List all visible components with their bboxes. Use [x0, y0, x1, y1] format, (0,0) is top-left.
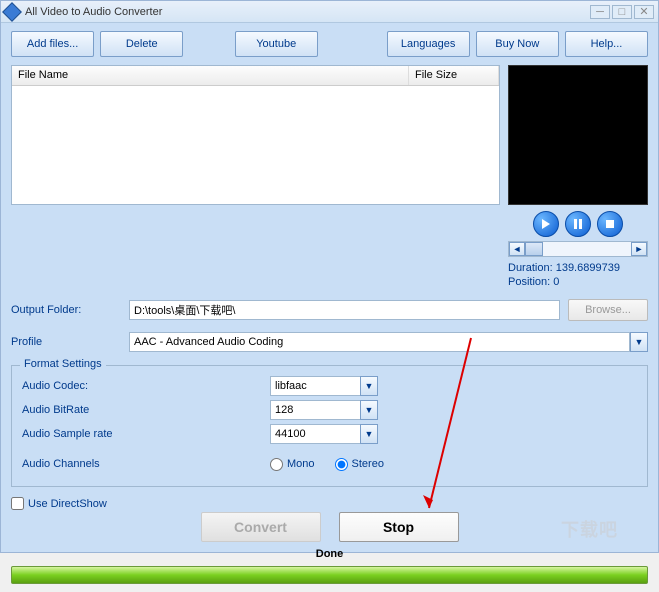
chevron-down-icon[interactable]: ▼	[360, 424, 378, 444]
help-button[interactable]: Help...	[565, 31, 648, 57]
youtube-button[interactable]: Youtube	[235, 31, 318, 57]
audio-bitrate-label: Audio BitRate	[22, 404, 270, 416]
duration-label: Duration:	[508, 262, 553, 274]
minimize-button[interactable]: ─	[590, 5, 610, 19]
chevron-down-icon[interactable]: ▼	[630, 332, 648, 352]
audio-codec-label: Audio Codec:	[22, 380, 270, 392]
format-settings-legend: Format Settings	[20, 358, 106, 370]
languages-button[interactable]: Languages	[387, 31, 470, 57]
add-files-button[interactable]: Add files...	[11, 31, 94, 57]
stop-button[interactable]: Stop	[339, 512, 459, 542]
mono-radio[interactable]: Mono	[270, 458, 315, 471]
seek-left-icon[interactable]: ◄	[509, 242, 525, 256]
duration-value: 139.6899739	[556, 262, 620, 274]
close-button[interactable]: ✕	[634, 5, 654, 19]
status-text: Done	[11, 548, 648, 560]
toolbar: Add files... Delete Youtube Languages Bu…	[11, 31, 648, 57]
chevron-down-icon[interactable]: ▼	[360, 376, 378, 396]
output-folder-input[interactable]	[129, 300, 560, 320]
seek-right-icon[interactable]: ►	[631, 242, 647, 256]
convert-button[interactable]: Convert	[201, 512, 321, 542]
use-directshow-checkbox[interactable]	[11, 497, 24, 510]
preview-screen	[508, 65, 648, 205]
play-button[interactable]	[533, 211, 559, 237]
maximize-button[interactable]: □	[612, 5, 632, 19]
chevron-down-icon[interactable]: ▼	[360, 400, 378, 420]
window-title: All Video to Audio Converter	[25, 6, 590, 18]
output-folder-label: Output Folder:	[11, 304, 129, 316]
audio-samplerate-label: Audio Sample rate	[22, 428, 270, 440]
preview-seek[interactable]: ◄ ►	[508, 241, 648, 257]
col-filesize[interactable]: File Size	[409, 66, 499, 85]
stop-preview-button[interactable]	[597, 211, 623, 237]
format-settings-group: Format Settings Audio Codec: ▼ Audio Bit…	[11, 365, 648, 487]
col-filename[interactable]: File Name	[12, 66, 409, 85]
file-list-header: File Name File Size	[12, 66, 499, 86]
audio-bitrate-select[interactable]	[270, 400, 360, 420]
preview-panel: ◄ ► Duration: 139.6899739 Position: 0	[508, 65, 648, 289]
stereo-radio[interactable]: Stereo	[335, 458, 384, 471]
delete-button[interactable]: Delete	[100, 31, 183, 57]
app-icon	[2, 2, 22, 22]
audio-channels-label: Audio Channels	[22, 458, 270, 470]
position-label: Position:	[508, 276, 550, 288]
file-list[interactable]: File Name File Size	[11, 65, 500, 205]
profile-label: Profile	[11, 336, 129, 348]
audio-codec-select[interactable]	[270, 376, 360, 396]
pause-button[interactable]	[565, 211, 591, 237]
buy-now-button[interactable]: Buy Now	[476, 31, 559, 57]
titlebar: All Video to Audio Converter ─ □ ✕	[1, 1, 658, 23]
profile-select[interactable]	[129, 332, 630, 352]
use-directshow-label: Use DirectShow	[28, 498, 107, 510]
browse-button[interactable]: Browse...	[568, 299, 648, 321]
audio-samplerate-select[interactable]	[270, 424, 360, 444]
seek-thumb[interactable]	[525, 242, 543, 256]
progress-bar	[11, 566, 648, 584]
app-window: All Video to Audio Converter ─ □ ✕ Add f…	[0, 0, 659, 553]
position-value: 0	[553, 276, 559, 288]
